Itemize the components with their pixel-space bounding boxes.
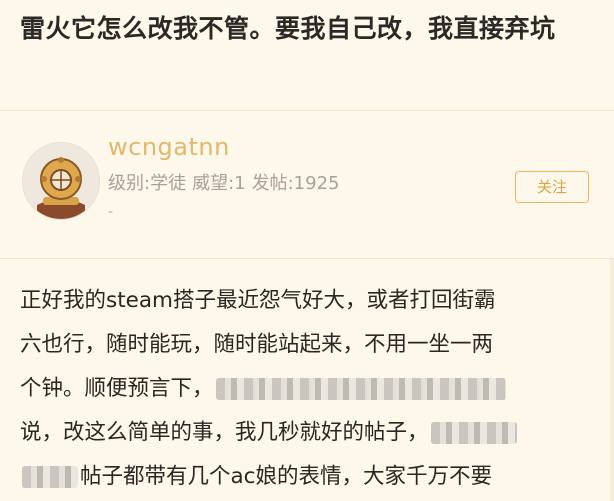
user-card: wcngatnn 级别:学徒 威望:1 发帖:1925 - 关注 bbox=[0, 111, 614, 258]
post-line: 正好我的steam搭子最近怨气好大，或者打回街霸 bbox=[20, 288, 496, 313]
user-post-count: 发帖:1925 bbox=[251, 173, 340, 194]
avatar[interactable] bbox=[22, 142, 100, 220]
redacted-text bbox=[22, 466, 78, 488]
post-text: 帖子都带有几个ac娘的表情，大家千万不要 bbox=[80, 464, 492, 489]
post-line: 六也行，随时能玩，随时能站起来，不用一坐一两 bbox=[20, 332, 494, 357]
post-line: 说，改这么简单的事，我几秒就好的帖子， bbox=[20, 411, 600, 455]
user-level: 级别:学徒 bbox=[108, 173, 187, 194]
card-divider bbox=[0, 258, 614, 259]
thread-header: 雷火它怎么改我不管。要我自己改，我直接弃坑 bbox=[0, 0, 614, 110]
post-line: 帖子都带有几个ac娘的表情，大家千万不要 bbox=[20, 455, 600, 499]
user-prestige: 威望:1 bbox=[192, 173, 246, 194]
follow-button[interactable]: 关注 bbox=[515, 171, 589, 203]
user-stats: 级别:学徒 威望:1 发帖:1925 bbox=[108, 169, 345, 195]
scroll-edge bbox=[610, 259, 614, 501]
redacted-text bbox=[215, 378, 506, 400]
post-line: 个钟。顺便预言下， bbox=[20, 367, 600, 411]
thread-title: 雷火它怎么改我不管。要我自己改，我直接弃坑 bbox=[20, 14, 556, 43]
username[interactable]: wcngatnn bbox=[108, 133, 230, 161]
post-text: 个钟。顺便预言下， bbox=[20, 376, 214, 401]
post-text: 说，改这么简单的事，我几秒就好的帖子， bbox=[20, 420, 429, 445]
diving-helmet-icon bbox=[23, 143, 99, 219]
post-body: 正好我的steam搭子最近怨气好大，或者打回街霸 六也行，随时能玩，随时能站起来… bbox=[20, 279, 600, 499]
user-extra: - bbox=[108, 204, 114, 220]
redacted-text bbox=[430, 422, 517, 444]
